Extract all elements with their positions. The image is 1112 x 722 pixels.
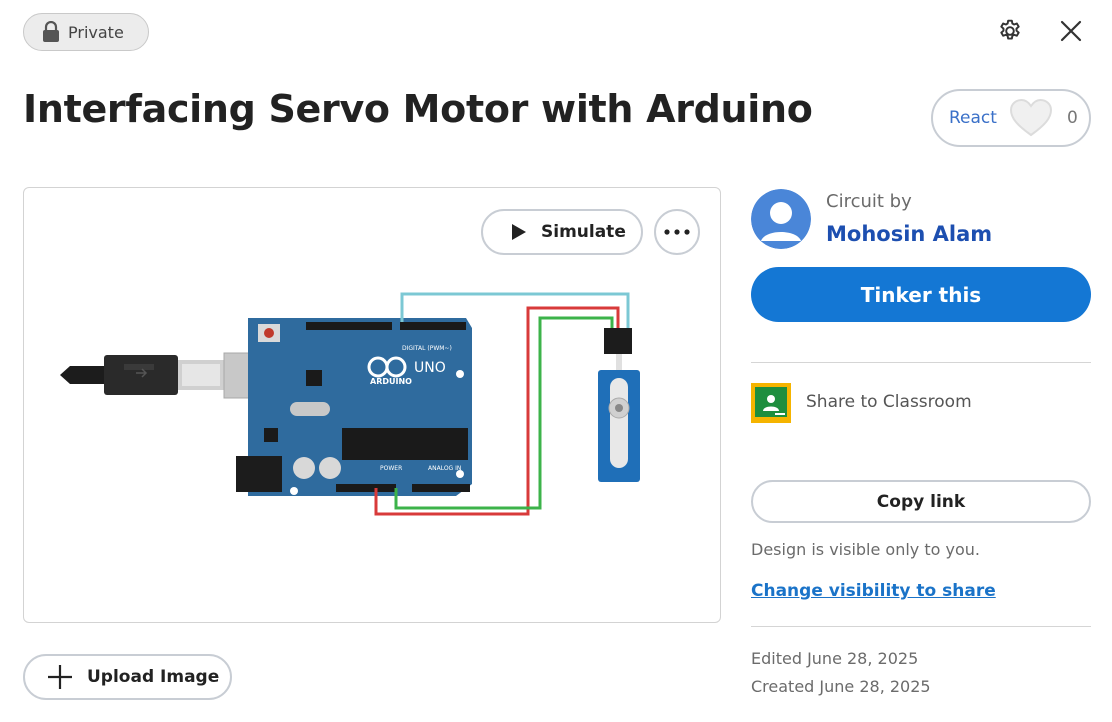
privacy-label: Private [68,22,124,42]
react-button[interactable]: React 0 [931,89,1091,147]
change-visibility-link[interactable]: Change visibility to share [751,581,996,601]
react-label: React [949,108,997,128]
close-icon[interactable] [1056,16,1086,46]
simulate-label: Simulate [541,222,626,242]
plus-icon [48,665,72,689]
copy-link-button[interactable]: Copy link [751,480,1091,523]
play-icon [512,224,526,240]
servo-motor [598,328,640,482]
more-options-button[interactable] [654,209,700,255]
board-brand: ARDUINO [370,377,412,386]
circuit-by-label: Circuit by [826,191,912,212]
more-horizontal-icon [664,229,690,235]
user-avatar-icon[interactable] [751,189,811,249]
heart-icon [1009,98,1052,137]
privacy-badge[interactable]: Private [23,13,149,51]
arduino-board: UNO ARDUINO DIGITAL (PWM~) POWER ANALOG … [236,318,472,496]
usb-cable [60,355,224,395]
analog-label: ANALOG IN [428,465,461,472]
divider [751,626,1091,627]
upload-image-button[interactable]: Upload Image [23,654,232,700]
react-count: 0 [1066,108,1078,128]
page-title: Interfacing Servo Motor with Arduino [23,87,813,131]
simulate-button[interactable]: Simulate [481,209,643,255]
created-date: Created June 28, 2025 [751,677,931,696]
share-to-classroom-link[interactable]: Share to Classroom [806,392,972,412]
edited-date: Edited June 28, 2025 [751,649,919,668]
divider [751,362,1091,363]
circuit-preview[interactable]: UNO ARDUINO DIGITAL (PWM~) POWER ANALOG … [23,187,721,623]
author-link[interactable]: Mohosin Alam [826,222,992,246]
tinker-this-button[interactable]: Tinker this [751,267,1091,322]
upload-image-label: Upload Image [87,667,220,687]
lock-icon [43,21,59,42]
power-label: POWER [380,465,402,472]
gear-icon[interactable] [995,16,1025,46]
digital-label: DIGITAL (PWM~) [402,345,452,352]
google-classroom-icon[interactable] [751,383,791,423]
visibility-note: Design is visible only to you. [751,540,980,559]
board-model: UNO [414,360,446,376]
